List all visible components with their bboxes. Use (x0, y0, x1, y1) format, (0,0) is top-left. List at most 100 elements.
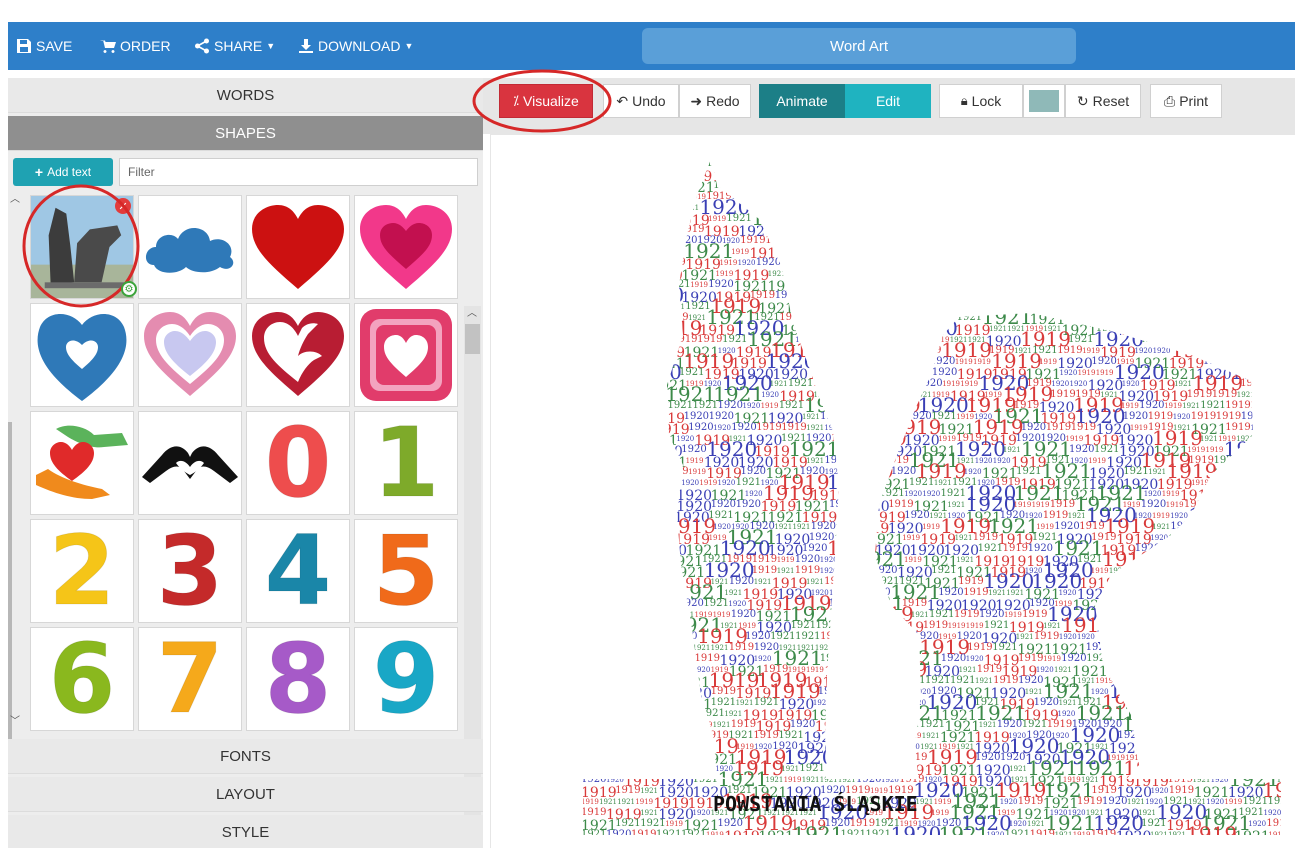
layout-section-header[interactable]: LAYOUT (8, 777, 483, 812)
word-cloud-word: 1919 (850, 818, 875, 829)
word-cloud-word: 1920 (711, 499, 736, 510)
share-button[interactable]: SHARE ▼ (194, 22, 275, 70)
shape-digit-2[interactable]: 2 (30, 519, 134, 623)
color-swatch (1029, 90, 1059, 112)
word-cloud-word: 1921 (781, 765, 799, 773)
reset-icon: ↻ (1076, 92, 1089, 109)
shape-digit-4[interactable]: 4 (246, 519, 350, 623)
style-section-header[interactable]: STYLE (8, 815, 483, 848)
caret-down-icon: ▼ (404, 41, 414, 51)
words-section-header[interactable]: WORDS (8, 78, 483, 113)
shapes-grid: ✕ 0 1 2 3 4 5 6 7 8 9 ⚙ ︿ ︿ ﹀ (8, 184, 483, 846)
word-cloud-word: 1920 (1139, 400, 1164, 411)
word-cloud-word: 1919 (1043, 655, 1061, 663)
animate-button[interactable]: Animate (759, 84, 845, 118)
shape-digit-5[interactable]: 5 (354, 519, 458, 623)
left-scroll-down-icon[interactable]: ﹀ (10, 712, 20, 727)
shape-hands-black[interactable] (138, 411, 242, 515)
word-cloud-word: 1919 (963, 587, 988, 598)
word-cloud-word: 1921 (1068, 334, 1093, 345)
word-cloud-word: 1920 (975, 752, 1000, 763)
word-cloud-word: 1919 (711, 686, 736, 697)
redo-button[interactable]: ➜ Redo (679, 84, 751, 118)
word-cloud-word: 1921 (713, 721, 731, 729)
word-cloud-word: 1919 (806, 666, 824, 674)
word-cloud-word: 1921 (726, 213, 751, 224)
shape-digit-9[interactable]: 9 (354, 627, 458, 731)
digit-six-glyph: 6 (48, 627, 116, 731)
word-cloud-word: 1919 (966, 622, 984, 630)
word-cloud-word: 1921 (806, 457, 824, 465)
download-button[interactable]: DOWNLOAD ▼ (298, 22, 413, 70)
word-cloud-word: 1919 (993, 675, 1018, 686)
word-cloud-word: 1921 (955, 534, 973, 542)
document-title[interactable]: Word Art (642, 28, 1076, 64)
word-cloud-word: 1920 (1000, 752, 1025, 763)
word-cloud-word: 1919 (1043, 510, 1068, 521)
word-cloud-word: 1919 (931, 809, 949, 817)
scroll-thumb[interactable] (465, 324, 480, 354)
word-cloud-word: 1919 (756, 422, 781, 433)
word-cloud-word: 1919 (1266, 818, 1291, 829)
shape-heart-blue[interactable] (30, 303, 134, 407)
shapes-section-header[interactable]: SHAPES (8, 116, 483, 151)
shape-digit-7[interactable]: 7 (138, 627, 242, 731)
word-cloud-word: 1921 (1200, 400, 1225, 411)
word-cloud-word: 1920 (731, 422, 756, 433)
word-cloud-word: 1919 (1130, 424, 1148, 432)
save-button[interactable]: SAVE (16, 22, 72, 70)
word-cloud-word: 1919 (888, 499, 913, 510)
word-cloud-word: 1920 (802, 543, 827, 554)
word-cloud-word: 1921 (1016, 466, 1041, 477)
word-cloud-word: 1921 (802, 776, 820, 784)
scroll-up-icon[interactable]: ︿ (467, 304, 477, 319)
highlight-circle-visualize (472, 69, 612, 133)
filter-input[interactable] (119, 158, 478, 186)
color-swatch-button[interactable] (1023, 84, 1065, 118)
shape-digit-6[interactable]: 6 (30, 627, 134, 731)
shape-digit-8[interactable]: 8 (246, 627, 350, 731)
blue-heart-icon (37, 314, 127, 401)
word-cloud-word: 1921 (1025, 688, 1043, 696)
shape-digit-3[interactable]: 3 (138, 519, 242, 623)
shape-heart-arrow[interactable] (246, 303, 350, 407)
fonts-section-header[interactable]: FONTS (8, 739, 483, 774)
shape-heart-square[interactable] (354, 303, 458, 407)
outline-heart-icon (144, 312, 236, 396)
settings-icon[interactable]: ⚙ (121, 281, 137, 297)
print-button[interactable]: ⎙ Print (1150, 84, 1222, 118)
word-cloud-word: 1919 (708, 215, 726, 223)
shape-digit-1[interactable]: 1 (354, 411, 458, 515)
shape-heart-outline[interactable] (138, 303, 242, 407)
shape-hands-heart[interactable] (30, 411, 134, 515)
order-button[interactable]: ORDER (100, 22, 171, 70)
left-scroll-indicator[interactable] (8, 422, 12, 762)
shape-heart-pink[interactable] (354, 195, 458, 299)
word-cloud-word: 1919 (1162, 490, 1180, 498)
shape-heart-red[interactable] (246, 195, 350, 299)
reset-button[interactable]: ↻ Reset (1065, 84, 1141, 118)
left-scroll-up-icon[interactable]: ︿ (10, 190, 20, 205)
shape-digit-0[interactable]: 0 (246, 411, 350, 515)
word-cloud-word: 1921 (724, 589, 742, 597)
word-cloud-word: 1919 (960, 380, 978, 388)
word-art-canvas[interactable]: 1920191919201921192019211919191919191920… (490, 134, 1295, 848)
download-label: DOWNLOAD (318, 38, 401, 54)
shape-cloud[interactable] (138, 195, 242, 299)
word-cloud-word: 1919 (1032, 501, 1050, 509)
word-art-app: SAVE ORDER SHARE ▼ DOWNLOAD ▼ Word Art W… (0, 0, 1295, 848)
word-cloud-word: 1920 (1051, 380, 1069, 388)
lock-button[interactable]: 🔒︎ Lock (939, 84, 1023, 118)
undo-button[interactable]: ↶ Undo (603, 84, 679, 118)
edit-button[interactable]: Edit (845, 84, 931, 118)
word-cloud-word: 1919 (958, 576, 983, 587)
redo-label: Redo (706, 93, 740, 109)
word-cloud-word: 1919 (777, 556, 795, 564)
word-cloud-word: 1919 (1018, 796, 1043, 807)
word-cloud-word: 1919 (938, 435, 956, 443)
share-icon (195, 38, 209, 54)
word-cloud-word: 1921 (1006, 589, 1024, 597)
word-cloud-word: 1919 (1079, 521, 1104, 532)
word-cloud-word: 1919 (1164, 402, 1182, 410)
word-cloud-word: 1919 (695, 653, 720, 664)
